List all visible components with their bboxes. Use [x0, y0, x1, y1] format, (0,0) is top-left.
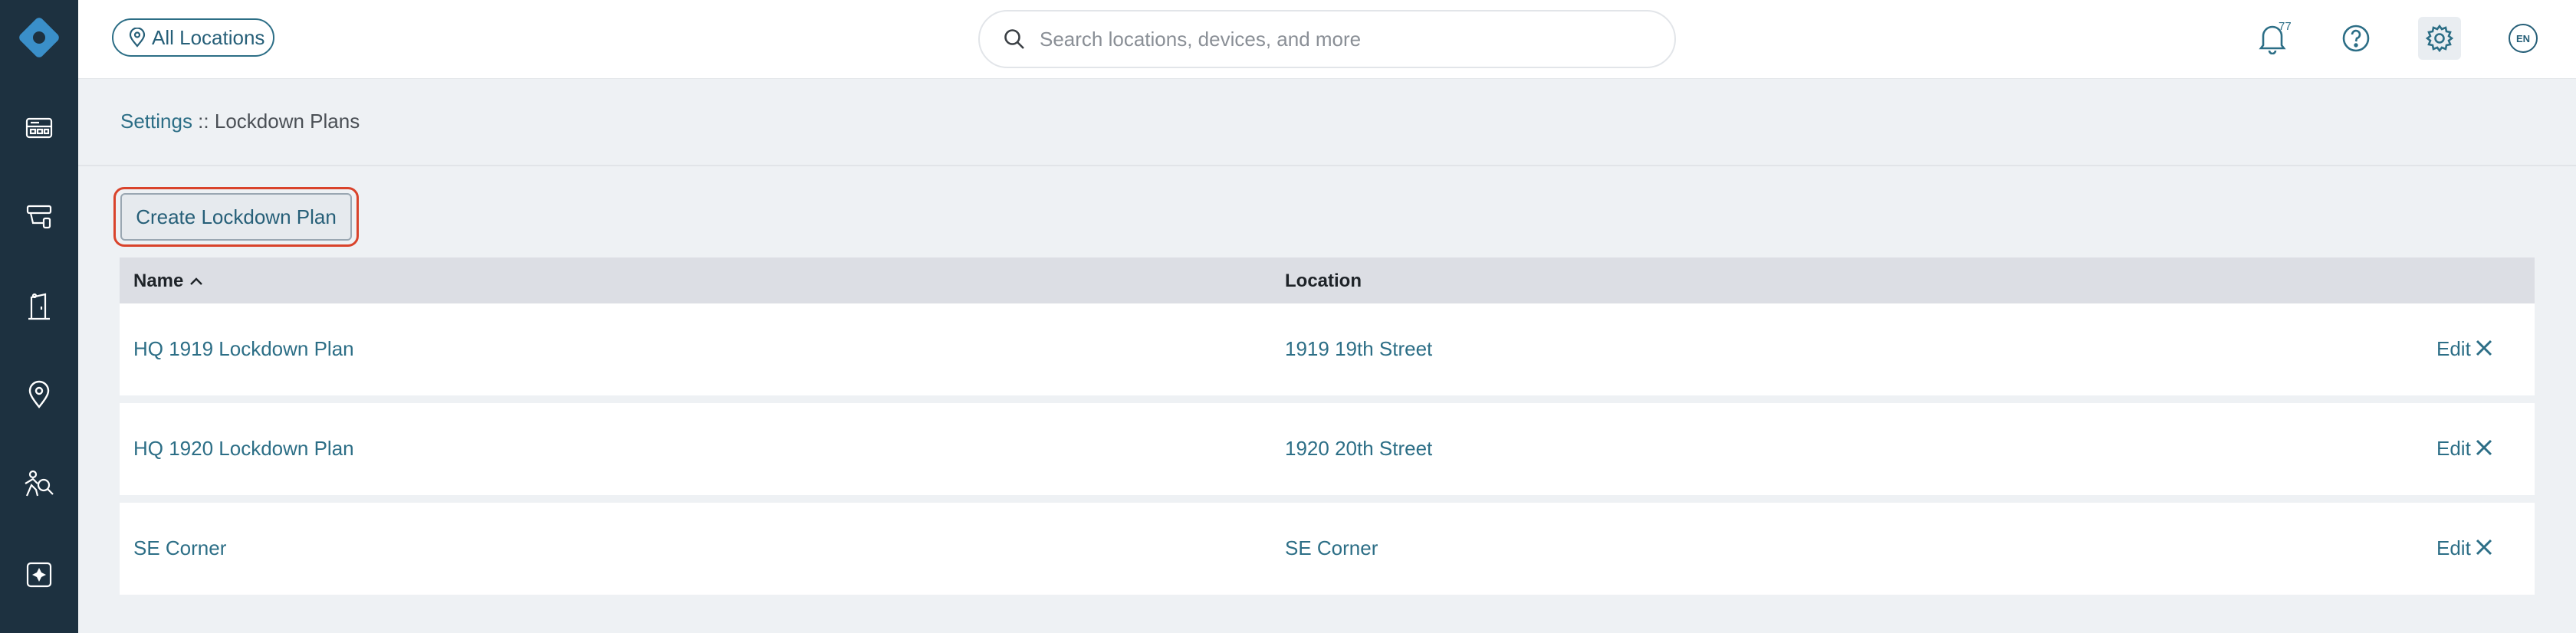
- close-icon[interactable]: [2475, 438, 2493, 457]
- column-header-location: Location: [1285, 271, 1362, 291]
- breadcrumb-settings-link[interactable]: Settings: [120, 110, 192, 133]
- notifications-button[interactable]: 77: [2251, 17, 2294, 60]
- search-icon: [1004, 29, 1024, 49]
- breadcrumb-bar: Settings :: Lockdown Plans: [78, 79, 2576, 166]
- logo-icon: [19, 18, 59, 57]
- plan-location-link[interactable]: 1920 20th Street: [1285, 437, 1432, 461]
- plan-name-link[interactable]: HQ 1919 Lockdown Plan: [133, 337, 354, 361]
- dashboard-icon: [25, 117, 53, 139]
- gear-icon: [2425, 24, 2454, 53]
- plan-location-link[interactable]: 1919 19th Street: [1285, 337, 1432, 361]
- breadcrumb: Settings :: Lockdown Plans: [120, 110, 360, 133]
- sidebar-item-devices[interactable]: [16, 194, 62, 240]
- sidebar-item-locations[interactable]: [16, 372, 62, 418]
- settings-button[interactable]: [2418, 17, 2461, 60]
- create-lockdown-plan-button[interactable]: Create Lockdown Plan: [120, 193, 352, 241]
- breadcrumb-current: Lockdown Plans: [214, 110, 360, 133]
- location-pin-icon: [28, 380, 50, 408]
- top-bar: All Locations 77 EN: [78, 0, 2576, 79]
- all-locations-button[interactable]: All Locations: [112, 18, 274, 57]
- edit-button[interactable]: Edit: [2436, 337, 2471, 361]
- search-input[interactable]: [1038, 26, 1639, 52]
- language-badge: EN: [2509, 24, 2538, 53]
- lockdown-plans-table: Name Location HQ 1919 Lockdown Plan 1919…: [120, 257, 2535, 595]
- location-pin-icon: [129, 28, 146, 48]
- close-icon[interactable]: [2475, 538, 2493, 556]
- sidebar: [0, 0, 78, 633]
- column-name-label: Name: [133, 271, 184, 291]
- plan-name-link[interactable]: HQ 1920 Lockdown Plan: [133, 437, 354, 461]
- table-row: HQ 1920 Lockdown Plan 1920 20th Street E…: [120, 403, 2535, 495]
- plan-name-link[interactable]: SE Corner: [133, 536, 226, 560]
- plan-location-link[interactable]: SE Corner: [1285, 536, 1378, 560]
- sidebar-item-people[interactable]: [16, 462, 62, 508]
- table-row: HQ 1919 Lockdown Plan 1919 19th Street E…: [120, 303, 2535, 395]
- edit-button[interactable]: Edit: [2436, 437, 2471, 461]
- notification-count-badge: 77: [2279, 20, 2292, 33]
- sidebar-item-integrations[interactable]: [16, 552, 62, 598]
- help-button[interactable]: [2334, 17, 2377, 60]
- person-search-icon: [25, 470, 54, 497]
- all-locations-label: All Locations: [152, 25, 265, 49]
- app-logo[interactable]: [13, 11, 65, 64]
- language-button[interactable]: EN: [2502, 17, 2545, 60]
- chevron-up-icon: [190, 277, 203, 285]
- column-header-name[interactable]: Name: [133, 271, 205, 292]
- table-header: Name Location: [120, 257, 2535, 303]
- sidebar-item-doors[interactable]: [16, 284, 62, 330]
- sidebar-item-dashboard[interactable]: [16, 105, 62, 151]
- devices-icon: [26, 205, 52, 229]
- help-icon: [2342, 25, 2370, 52]
- close-icon[interactable]: [2475, 339, 2493, 357]
- breadcrumb-separator: ::: [192, 110, 215, 133]
- edit-button[interactable]: Edit: [2436, 536, 2471, 560]
- door-icon: [28, 293, 50, 320]
- table-row: SE Corner SE Corner Edit: [120, 503, 2535, 595]
- global-search: [978, 10, 1676, 68]
- integrations-icon: [26, 562, 52, 588]
